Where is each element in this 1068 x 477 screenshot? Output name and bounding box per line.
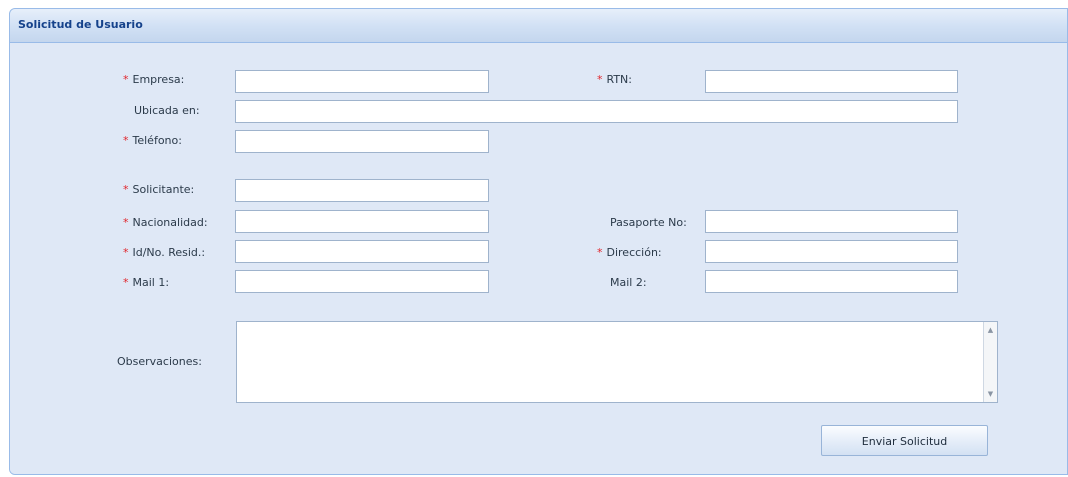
- required-marker: *: [597, 73, 603, 86]
- panel-header: Solicitud de Usuario: [10, 9, 1067, 43]
- solicitante-input[interactable]: [235, 179, 489, 202]
- nacionalidad-label: * Nacionalidad:: [123, 216, 208, 229]
- direccion-input[interactable]: [705, 240, 958, 263]
- ubicada-en-input[interactable]: [235, 100, 958, 123]
- ubicada-en-label: Ubicada en:: [134, 104, 200, 117]
- required-marker: *: [123, 246, 129, 259]
- required-marker: *: [123, 216, 129, 229]
- required-marker: *: [123, 134, 129, 147]
- required-marker: *: [123, 183, 129, 196]
- required-marker: *: [123, 276, 129, 289]
- id-resid-input[interactable]: [235, 240, 489, 263]
- observaciones-scrollbar[interactable]: ▲ ▼: [983, 322, 997, 402]
- pasaporte-input[interactable]: [705, 210, 958, 233]
- solicitante-label: * Solicitante:: [123, 183, 195, 196]
- mail2-input[interactable]: [705, 270, 958, 293]
- observaciones-textarea[interactable]: [236, 321, 998, 403]
- mail2-label: Mail 2:: [610, 276, 647, 289]
- submit-request-button[interactable]: Enviar Solicitud: [821, 425, 988, 456]
- nacionalidad-input[interactable]: [235, 210, 489, 233]
- rtn-label: * RTN:: [597, 73, 632, 86]
- rtn-input[interactable]: [705, 70, 958, 93]
- panel-title: Solicitud de Usuario: [18, 18, 143, 31]
- telefono-label: * Teléfono:: [123, 134, 182, 147]
- telefono-input[interactable]: [235, 130, 489, 153]
- observaciones-label: Observaciones:: [117, 355, 202, 368]
- scroll-up-icon[interactable]: ▲: [984, 324, 997, 336]
- mail1-label: * Mail 1:: [123, 276, 170, 289]
- id-resid-label: * Id/No. Resid.:: [123, 246, 206, 259]
- required-marker: *: [123, 73, 129, 86]
- pasaporte-label: Pasaporte No:: [610, 216, 687, 229]
- scroll-down-icon[interactable]: ▼: [984, 388, 997, 400]
- user-request-panel: Solicitud de Usuario * Empresa: * RTN: Ubi…: [9, 8, 1068, 475]
- empresa-label: * Empresa:: [123, 73, 185, 86]
- required-marker: *: [597, 246, 603, 259]
- panel-body: * Empresa: * RTN: Ubicada en: * Teléfono: *…: [10, 43, 1067, 474]
- empresa-input[interactable]: [235, 70, 489, 93]
- mail1-input[interactable]: [235, 270, 489, 293]
- direccion-label: * Dirección:: [597, 246, 662, 259]
